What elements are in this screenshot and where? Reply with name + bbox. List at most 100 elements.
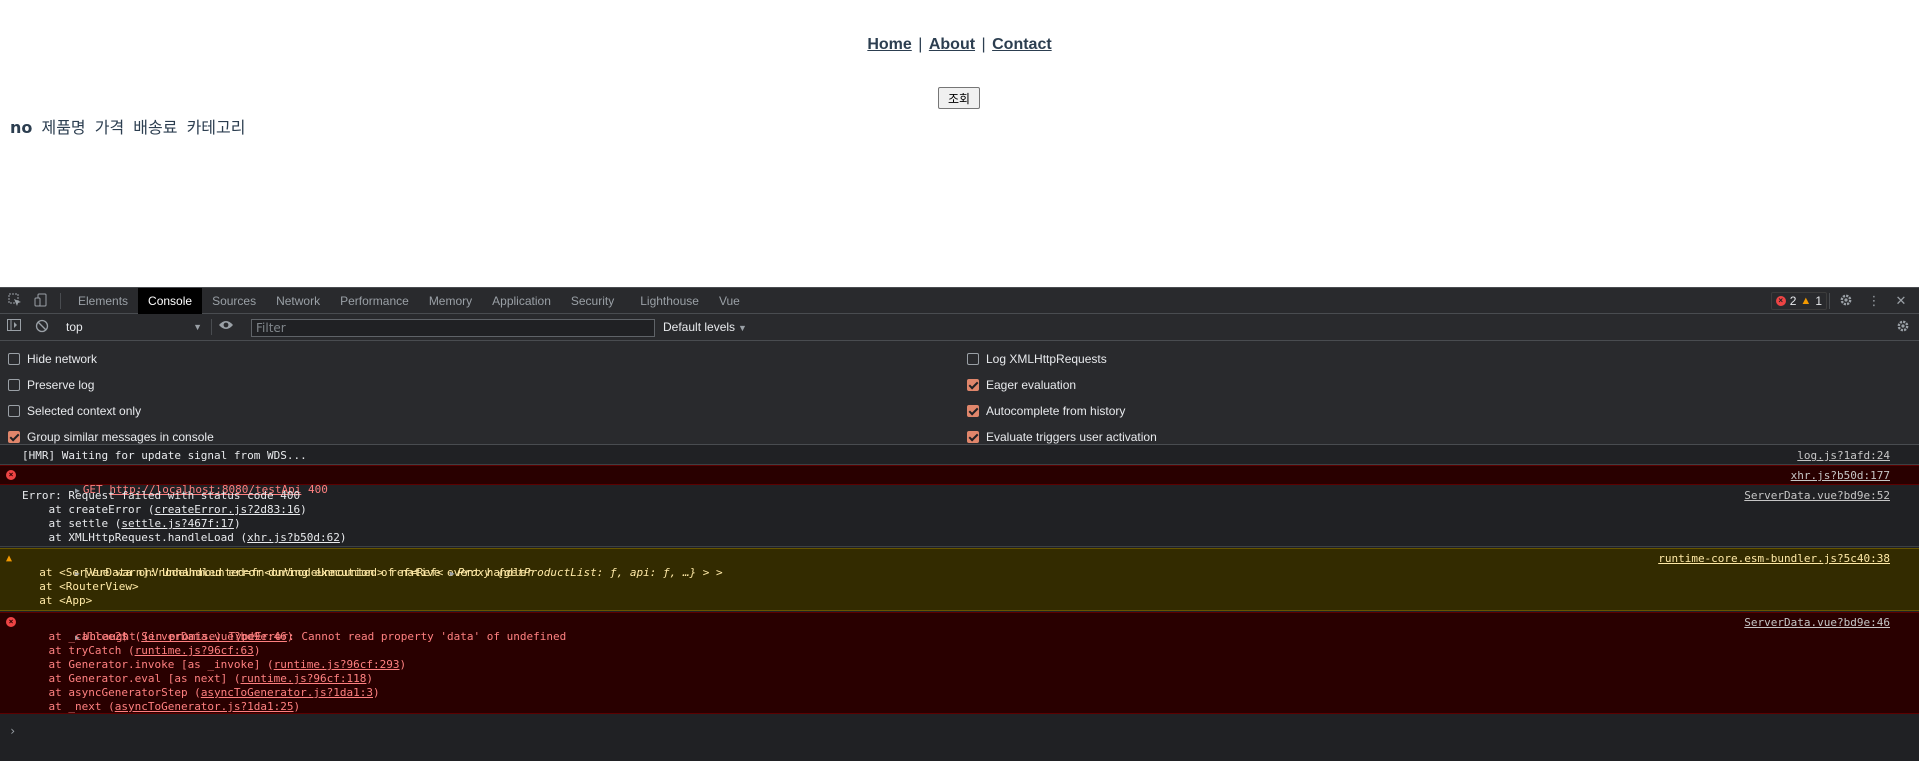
clear-console-icon[interactable] [34,319,50,335]
checkbox[interactable] [8,405,20,417]
console-toolbar: top ▼ Default levels▼ [0,314,1919,341]
console-messages: [HMR] Waiting for update signal from WDS… [0,446,1919,761]
message-source-link[interactable]: ServerData.vue?bd9e:46 [1744,616,1890,630]
tab-console[interactable]: Console [138,288,203,314]
log-levels-value: Default levels [663,320,736,334]
nav-separator: | [981,36,986,53]
stack-frame-link[interactable]: createError.js?2d83:16 [154,503,300,516]
tab-elements[interactable]: Elements [68,288,138,314]
header-product-name: 제품명 [41,118,86,137]
stack-frame-link[interactable]: runtime.js?96cf:293 [274,658,400,671]
message-source-link[interactable]: xhr.js?b50d:177 [1791,469,1890,483]
expand-triangle-icon[interactable]: ▶ [450,569,455,578]
header-category: 카테고리 [186,118,246,137]
console-message-error-stack: Error: Request failed with status code 4… [0,486,1919,547]
stack-frame-link[interactable]: ServerData.vue?bd9e:46 [141,630,287,643]
stack-frame-link[interactable]: asyncToGenerator.js?1da1:3 [201,686,373,699]
console-prompt[interactable]: › [9,724,16,738]
setting-preserve-log[interactable]: Preserve log [8,376,94,394]
tab-memory[interactable]: Memory [419,288,482,314]
setting-eager-evaluation[interactable]: Eager evaluation [967,376,1076,394]
log-levels-select[interactable]: Default levels ▼ [663,319,747,335]
checkbox[interactable] [967,353,979,365]
message-text: Error: Request failed with status code 4… [22,489,301,502]
component-trace: at <RouterView> [26,580,139,593]
header-price: 가격 [94,118,125,137]
chevron-down-icon: ▼ [193,322,202,332]
checkbox[interactable] [8,431,20,443]
inspect-element-icon[interactable] [7,293,23,309]
header-shipping: 배송료 [133,118,178,137]
stack-frame-link[interactable]: xhr.js?b50d:62 [247,531,340,544]
checkbox[interactable] [967,405,979,417]
chevron-down-icon: ▼ [738,323,747,333]
nav-about-link[interactable]: About [929,36,975,53]
setting-hide-network[interactable]: Hide network [8,350,97,368]
context-select[interactable]: top ▼ [66,319,202,335]
tab-network[interactable]: Network [266,288,330,314]
checkbox[interactable] [967,379,979,391]
warning-icon: ▲ [1800,295,1812,307]
setting-log-xhr[interactable]: Log XMLHttpRequests [967,350,1107,368]
stack-frame: at _callee2$ (ServerData.vue?bd9e:46) [22,630,294,643]
checkbox[interactable] [967,431,979,443]
tab-application[interactable]: Application [482,288,561,314]
stack-frame: at createError (createError.js?2d83:16) [22,503,307,516]
tab-lighthouse[interactable]: Lighthouse [630,288,709,314]
checkbox[interactable] [8,379,20,391]
message-source-link[interactable]: log.js?1afd:24 [1797,449,1890,463]
error-icon: × [1775,296,1786,306]
stack-frame: at Generator.eval [as next] (runtime.js?… [22,672,374,685]
close-icon[interactable]: ✕ [1893,293,1909,309]
setting-autocomplete-history[interactable]: Autocomplete from history [967,402,1125,420]
error-icon: × [6,617,16,627]
tab-performance[interactable]: Performance [330,288,419,314]
device-toolbar-icon[interactable] [33,293,49,309]
filter-input[interactable] [251,319,655,337]
setting-selected-context-only[interactable]: Selected context only [8,402,141,420]
query-button[interactable]: 조회 [938,87,980,109]
more-options-icon[interactable]: ⋮ [1866,293,1882,309]
page-content: Home | About | Contact 조회 no 제품명 가격 배송료 … [0,0,1919,287]
devtools-tabbar: Elements Console Sources Network Perform… [0,287,1919,314]
console-message-log: [HMR] Waiting for update signal from WDS… [0,446,1919,465]
console-message-network-error: × ▶ GET http://localhost:8080/testApi 400… [0,465,1919,496]
top-nav: Home | About | Contact [0,36,1919,54]
stack-frame-link[interactable]: runtime.js?96cf:118 [241,672,367,685]
devtools-tabs: Elements Console Sources Network Perform… [68,288,750,314]
product-table-header: no 제품명 가격 배송료 카테고리 [10,114,249,138]
error-icon: × [6,470,16,480]
message-source-link[interactable]: ServerData.vue?bd9e:52 [1744,489,1890,503]
error-count: 2 [1789,294,1797,308]
stack-frame: at tryCatch (runtime.js?96cf:63) [22,644,261,657]
message-text: [HMR] Waiting for update signal from WDS… [22,449,307,462]
stack-frame: at settle (settle.js?467f:17) [22,517,241,530]
gear-icon[interactable] [1838,293,1854,309]
stack-frame: at _next (asyncToGenerator.js?1da1:25) [22,700,301,713]
console-settings-panel: Hide network Preserve log Selected conte… [0,341,1919,445]
issue-counter[interactable]: × 2 ▲ 1 [1770,292,1827,310]
component-trace: at <ServerData onVnodeUnmounted=fn<onVno… [26,566,723,579]
warning-count: 1 [1815,294,1822,308]
nav-contact-link[interactable]: Contact [992,36,1052,53]
header-no: no [10,118,33,137]
setting-evaluate-triggers[interactable]: Evaluate triggers user activation [967,428,1157,446]
console-settings-gear-icon[interactable] [1895,319,1911,335]
nav-home-link[interactable]: Home [867,36,911,53]
context-value: top [66,320,83,334]
console-message-uncaught-error: × ▶ Uncaught (in promise) TypeError: Cann… [0,612,1919,714]
stack-frame-link[interactable]: settle.js?467f:17 [121,517,234,530]
tab-vue[interactable]: Vue [709,288,750,314]
console-message-warning: ▲ ▶ [Vue warn]: Unhandled error during ex… [0,548,1919,611]
stack-frame-link[interactable]: runtime.js?96cf:63 [135,644,254,657]
checkbox[interactable] [8,353,20,365]
stack-frame-link[interactable]: asyncToGenerator.js?1da1:25 [115,700,294,713]
setting-group-similar[interactable]: Group similar messages in console [8,428,214,446]
eye-icon[interactable] [218,319,234,335]
tab-security[interactable]: Security [561,288,624,314]
tab-sources[interactable]: Sources [202,288,266,314]
message-source-link[interactable]: runtime-core.esm-bundler.js?5c40:38 [1658,552,1890,566]
warning-icon: ▲ [6,553,13,564]
sidebar-toggle-icon[interactable] [6,319,22,335]
devtools-panel: Elements Console Sources Network Perform… [0,287,1919,761]
